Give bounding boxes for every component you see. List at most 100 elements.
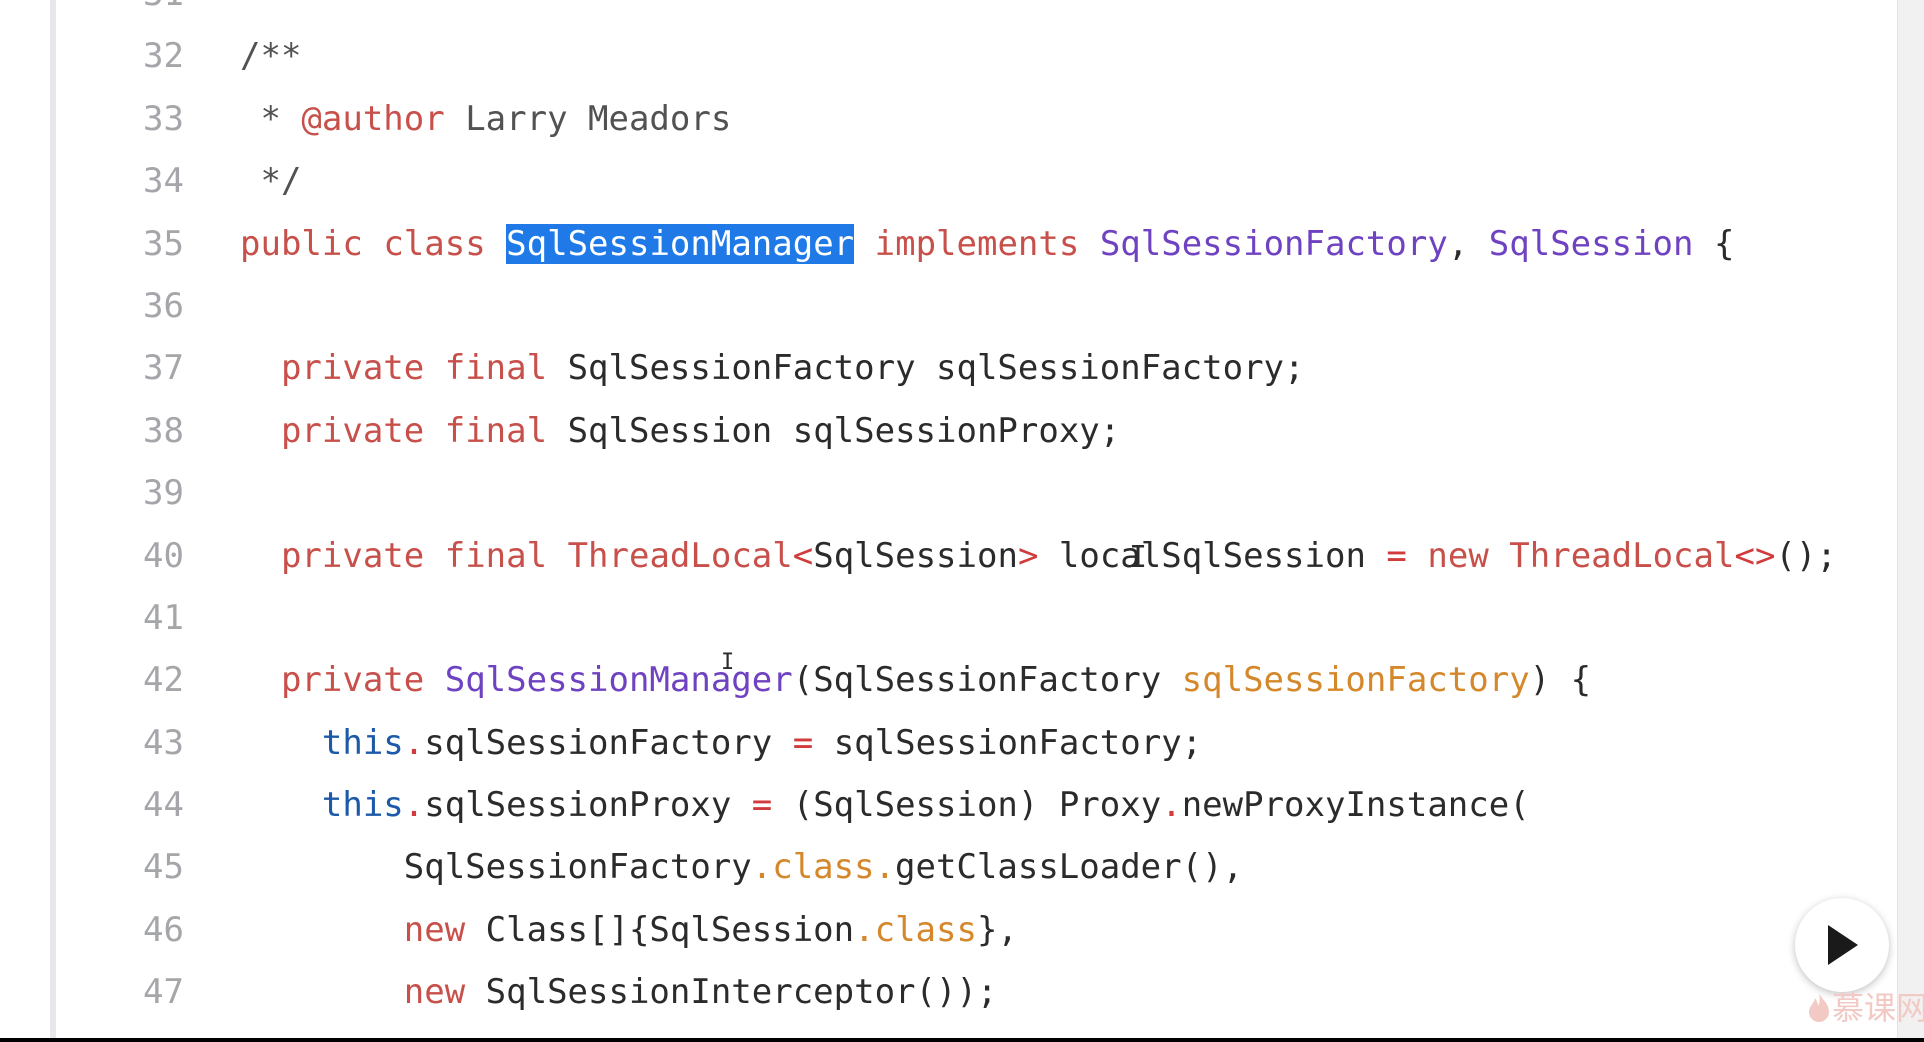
code-line[interactable]: 42 private SqlSessionManager(SqlSessionF…	[0, 649, 1895, 711]
brand-watermark: 慕课网	[1806, 990, 1924, 1026]
code-token: ) {	[1529, 660, 1592, 701]
code-token: sqlSessionFactory	[1181, 660, 1530, 701]
line-number: 39	[143, 473, 184, 514]
code-token: SqlSessionFactory	[240, 847, 752, 888]
code-token: SqlSessionManager	[444, 660, 793, 701]
code-line[interactable]: 41	[0, 587, 1895, 649]
code-editor[interactable]: 3132/**33 * @author Larry Meadors34 */35…	[0, 0, 1895, 1024]
code-line[interactable]: 37 private final SqlSessionFactory sqlSe…	[0, 337, 1895, 399]
code-token: implements	[874, 223, 1080, 264]
code-token: SqlSession sqlSessionProxy;	[547, 410, 1121, 451]
code-line[interactable]: 40 private final ThreadLocal <SqlSession>…	[0, 525, 1895, 587]
code-token: sqlSessionFactory;	[813, 722, 1203, 763]
line-number: 38	[143, 410, 184, 451]
line-number: 40	[143, 535, 184, 576]
code-token: SqlSessionFactory sqlSessionFactory;	[547, 348, 1305, 389]
code-line[interactable]: 33 * @author Larry Meadors	[0, 88, 1895, 150]
code-token: this	[321, 722, 404, 763]
code-token: new	[1427, 535, 1489, 576]
code-text[interactable]: private final ThreadLocal<SqlSession> lo…	[240, 525, 1837, 587]
code-token: newProxyInstance(	[1181, 785, 1530, 826]
code-token: sqlSessionFactory	[424, 722, 793, 763]
line-number: 44	[143, 785, 184, 826]
code-text[interactable]: private final SqlSessionFactory sqlSessi…	[240, 337, 1305, 399]
code-token: private	[280, 410, 425, 451]
code-text[interactable]: */	[240, 150, 301, 212]
code-text[interactable]: public class SqlSessionManager implement…	[240, 213, 1734, 275]
code-text[interactable]: * @author Larry Meadors	[240, 88, 731, 150]
vertical-scrollbar[interactable]	[1897, 0, 1924, 1038]
code-line[interactable]: 32 /**	[0, 25, 1895, 87]
code-token: final	[444, 535, 548, 576]
code-token: final	[444, 410, 548, 451]
line-number: 36	[143, 285, 184, 326]
code-line[interactable]: 45 SqlSessionFactory.class.getClassLoade…	[0, 836, 1895, 898]
line-number: 46	[143, 909, 184, 950]
code-text[interactable]: private final SqlSession sqlSessionProxy…	[240, 400, 1120, 462]
code-line[interactable]: 46 new Class[]{SqlSession.class},	[0, 899, 1895, 961]
code-line[interactable]: 31	[0, 0, 1895, 25]
code-line[interactable]: 35 public class SqlSessionManager impleme…	[0, 213, 1895, 275]
code-text[interactable]: new Class[]{SqlSession.class},	[240, 899, 1018, 961]
code-text[interactable]: private SqlSessionManager(SqlSessionFact…	[240, 649, 1591, 711]
code-line[interactable]: 34 */	[0, 150, 1895, 212]
watermark-text: 慕课网	[1832, 989, 1924, 1027]
line-number: 45	[143, 847, 184, 888]
code-token: private	[280, 348, 425, 389]
code-line[interactable]: 36	[0, 275, 1895, 337]
code-text[interactable]: this.sqlSessionFactory = sqlSessionFacto…	[240, 712, 1202, 774]
code-token: Larry Meadors	[444, 98, 732, 139]
code-token: ThreadLocal	[1509, 535, 1735, 576]
code-line[interactable]: 39	[0, 462, 1895, 524]
code-token: private	[280, 660, 425, 701]
code-token: =	[1386, 535, 1407, 576]
code-token: SqlSession	[1488, 223, 1694, 264]
code-line[interactable]: 47 new SqlSessionInterceptor());	[0, 961, 1895, 1023]
selected-token: SqlSessionManager	[506, 223, 855, 264]
code-token: >	[1017, 535, 1039, 576]
code-token: @author	[301, 98, 445, 139]
code-text[interactable]: SqlSessionFactory.class.getClassLoader()…	[240, 836, 1243, 898]
code-token: SqlSession	[813, 535, 1018, 576]
code-text[interactable]: new SqlSessionInterceptor());	[240, 961, 998, 1023]
code-token: .class.	[751, 847, 896, 888]
code-token: getClassLoader(),	[895, 847, 1244, 888]
code-token: private	[280, 535, 425, 576]
line-number: 32	[143, 36, 184, 77]
line-number: 31	[110, 0, 184, 25]
code-token: this	[321, 785, 404, 826]
code-line[interactable]: 43 this.sqlSessionFactory = sqlSessionFa…	[0, 712, 1895, 774]
code-token: sqlSessionProxy	[424, 785, 752, 826]
line-number: 34	[143, 161, 184, 202]
line-number: 41	[143, 597, 184, 638]
code-text[interactable]: this.sqlSessionProxy = (SqlSession) Prox…	[240, 774, 1530, 836]
code-token: <	[792, 535, 814, 576]
play-button[interactable]	[1795, 898, 1889, 992]
line-number: 35	[143, 223, 184, 264]
code-line[interactable]: 38 private final SqlSession sqlSessionPr…	[0, 400, 1895, 462]
line-number: 47	[143, 972, 184, 1013]
code-token: .class	[854, 909, 977, 950]
line-number: 37	[143, 348, 184, 389]
code-token: =	[792, 722, 814, 763]
code-token: public	[240, 223, 363, 264]
code-text[interactable]: /**	[240, 25, 301, 87]
code-token: class	[383, 223, 486, 264]
code-token: new	[403, 972, 466, 1013]
code-token: .	[1161, 785, 1182, 826]
flame-icon	[1809, 993, 1829, 1022]
code-token: {	[1693, 223, 1735, 264]
code-line[interactable]: 44 this.sqlSessionProxy = (SqlSession) P…	[0, 774, 1895, 836]
play-icon	[1828, 925, 1858, 965]
